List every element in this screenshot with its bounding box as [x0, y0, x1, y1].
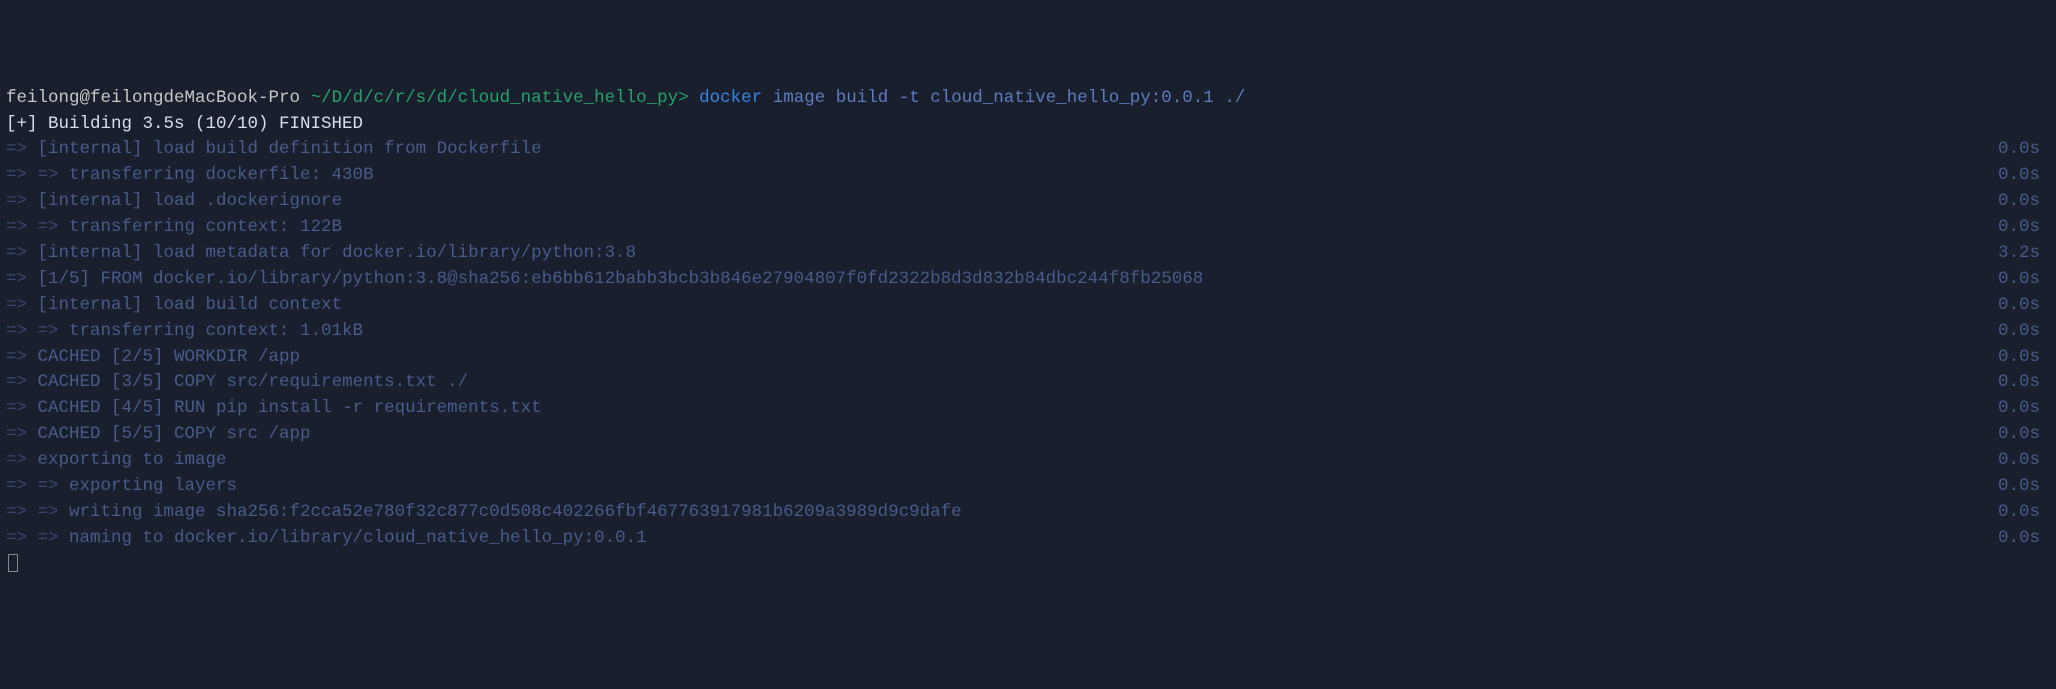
build-step-line: => => transferring dockerfile: 430B 0.0s — [6, 163, 2050, 189]
step-text: [internal] load .dockerignore — [38, 191, 343, 211]
step-arrow: => — [6, 269, 38, 289]
step-text: transferring dockerfile: 430B — [69, 165, 374, 185]
prompt-line: feilong@feilongdeMacBook-Pro ~/D/d/c/r/s… — [6, 86, 2050, 112]
build-step-line: => [internal] load build context 0.0s — [6, 293, 2050, 319]
step-time: 0.0s — [1998, 526, 2050, 552]
build-step-line: => [1/5] FROM docker.io/library/python:3… — [6, 267, 2050, 293]
step-text: writing image sha256:f2cca52e780f32c877c… — [69, 502, 962, 522]
step-arrow: => — [6, 424, 38, 444]
step-text: naming to docker.io/library/cloud_native… — [69, 528, 647, 548]
step-text: [internal] load build definition from Do… — [38, 139, 542, 159]
cursor-icon — [8, 554, 18, 572]
build-step-line: => => exporting layers 0.0s — [6, 474, 2050, 500]
build-step-line: => [internal] load build definition from… — [6, 137, 2050, 163]
step-text: [internal] load build context — [38, 295, 343, 315]
step-time: 0.0s — [1998, 448, 2050, 474]
cursor-line — [6, 552, 2050, 578]
step-arrow: => — [6, 139, 38, 159]
build-step-line: => => writing image sha256:f2cca52e780f3… — [6, 500, 2050, 526]
step-time: 0.0s — [1998, 293, 2050, 319]
step-time: 0.0s — [1998, 370, 2050, 396]
build-header: [+] Building 3.5s (10/10) FINISHED — [6, 112, 363, 138]
build-step-line: => => naming to docker.io/library/cloud_… — [6, 526, 2050, 552]
step-text: transferring context: 122B — [69, 217, 342, 237]
step-arrow: => — [6, 372, 38, 392]
prompt-path: ~/D/d/c/r/s/d/cloud_native_hello_py — [311, 88, 679, 108]
build-step-line: => [internal] load .dockerignore 0.0s — [6, 189, 2050, 215]
step-arrow: => — [6, 450, 38, 470]
build-step-line: => CACHED [2/5] WORKDIR /app 0.0s — [6, 345, 2050, 371]
step-arrow: => — [6, 243, 38, 263]
build-step-line: => CACHED [5/5] COPY src /app 0.0s — [6, 422, 2050, 448]
step-text: CACHED [4/5] RUN pip install -r requirem… — [38, 398, 542, 418]
prompt-delimiter: > — [678, 88, 689, 108]
terminal-output[interactable]: feilong@feilongdeMacBook-Pro ~/D/d/c/r/s… — [6, 86, 2050, 578]
step-time: 0.0s — [1998, 267, 2050, 293]
build-step-line: => CACHED [3/5] COPY src/requirements.tx… — [6, 370, 2050, 396]
step-arrow: => — [6, 295, 38, 315]
step-text: CACHED [5/5] COPY src /app — [38, 424, 311, 444]
build-step-line: => CACHED [4/5] RUN pip install -r requi… — [6, 396, 2050, 422]
step-arrow: => => — [6, 165, 69, 185]
prompt-user-host: feilong@feilongdeMacBook-Pro — [6, 88, 300, 108]
step-arrow: => => — [6, 217, 69, 237]
build-header-line: [+] Building 3.5s (10/10) FINISHED — [6, 112, 2050, 138]
step-text: transferring context: 1.01kB — [69, 321, 363, 341]
step-time: 0.0s — [1998, 396, 2050, 422]
step-arrow: => — [6, 191, 38, 211]
step-text: exporting to image — [38, 450, 227, 470]
step-text: exporting layers — [69, 476, 237, 496]
step-time: 3.2s — [1998, 241, 2050, 267]
step-time: 0.0s — [1998, 215, 2050, 241]
command-main: docker — [699, 88, 762, 108]
step-arrow: => — [6, 347, 38, 367]
step-time: 0.0s — [1998, 474, 2050, 500]
step-time: 0.0s — [1998, 500, 2050, 526]
build-step-line: => [internal] load metadata for docker.i… — [6, 241, 2050, 267]
step-arrow: => => — [6, 528, 69, 548]
step-time: 0.0s — [1998, 163, 2050, 189]
step-text: [1/5] FROM docker.io/library/python:3.8@… — [38, 269, 1204, 289]
build-step-line: => exporting to image 0.0s — [6, 448, 2050, 474]
step-arrow: => => — [6, 321, 69, 341]
step-time: 0.0s — [1998, 319, 2050, 345]
step-arrow: => — [6, 398, 38, 418]
build-step-line: => => transferring context: 122B 0.0s — [6, 215, 2050, 241]
step-time: 0.0s — [1998, 422, 2050, 448]
step-time: 0.0s — [1998, 137, 2050, 163]
step-text: CACHED [2/5] WORKDIR /app — [38, 347, 301, 367]
step-time: 0.0s — [1998, 189, 2050, 215]
step-arrow: => => — [6, 476, 69, 496]
command-args: image build -t cloud_native_hello_py:0.0… — [762, 88, 1245, 108]
step-arrow: => => — [6, 502, 69, 522]
step-text: [internal] load metadata for docker.io/l… — [38, 243, 637, 263]
step-text: CACHED [3/5] COPY src/requirements.txt .… — [38, 372, 469, 392]
build-step-line: => => transferring context: 1.01kB 0.0s — [6, 319, 2050, 345]
step-time: 0.0s — [1998, 345, 2050, 371]
